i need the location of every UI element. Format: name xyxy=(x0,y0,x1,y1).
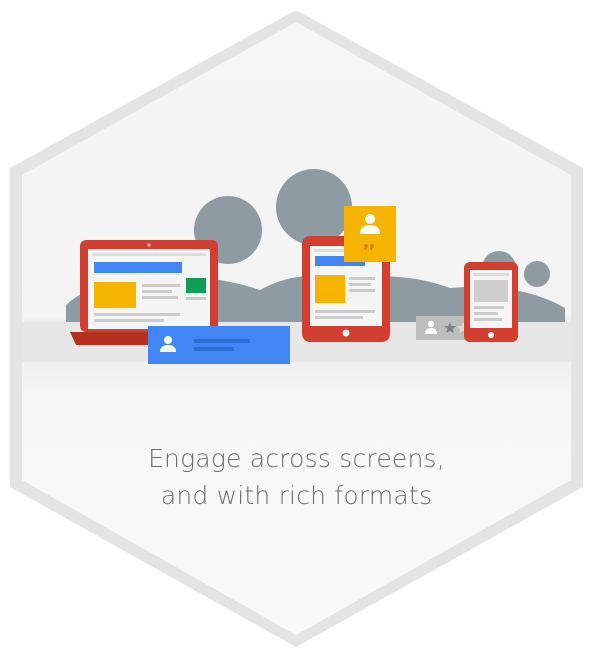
laptop-ad-side xyxy=(186,278,206,293)
laptop-camera xyxy=(147,243,151,247)
phone-home-button xyxy=(488,332,494,338)
phone-device xyxy=(464,262,518,342)
tablet-home-button xyxy=(342,329,350,337)
caption-line-1: Engage across screens, xyxy=(148,444,445,473)
caption-line-2: and with rich formats xyxy=(160,481,433,510)
tablet-ad-image xyxy=(315,275,345,303)
hexagon-tile: Engage across screens, and with rich for… xyxy=(0,0,593,657)
laptop-ad-image xyxy=(94,282,136,308)
laptop-ad-banner xyxy=(94,262,182,273)
tile-caption: Engage across screens, and with rich for… xyxy=(96,440,497,514)
quote-card xyxy=(344,206,396,262)
illustration-scene xyxy=(10,10,583,647)
profile-card xyxy=(148,326,290,364)
